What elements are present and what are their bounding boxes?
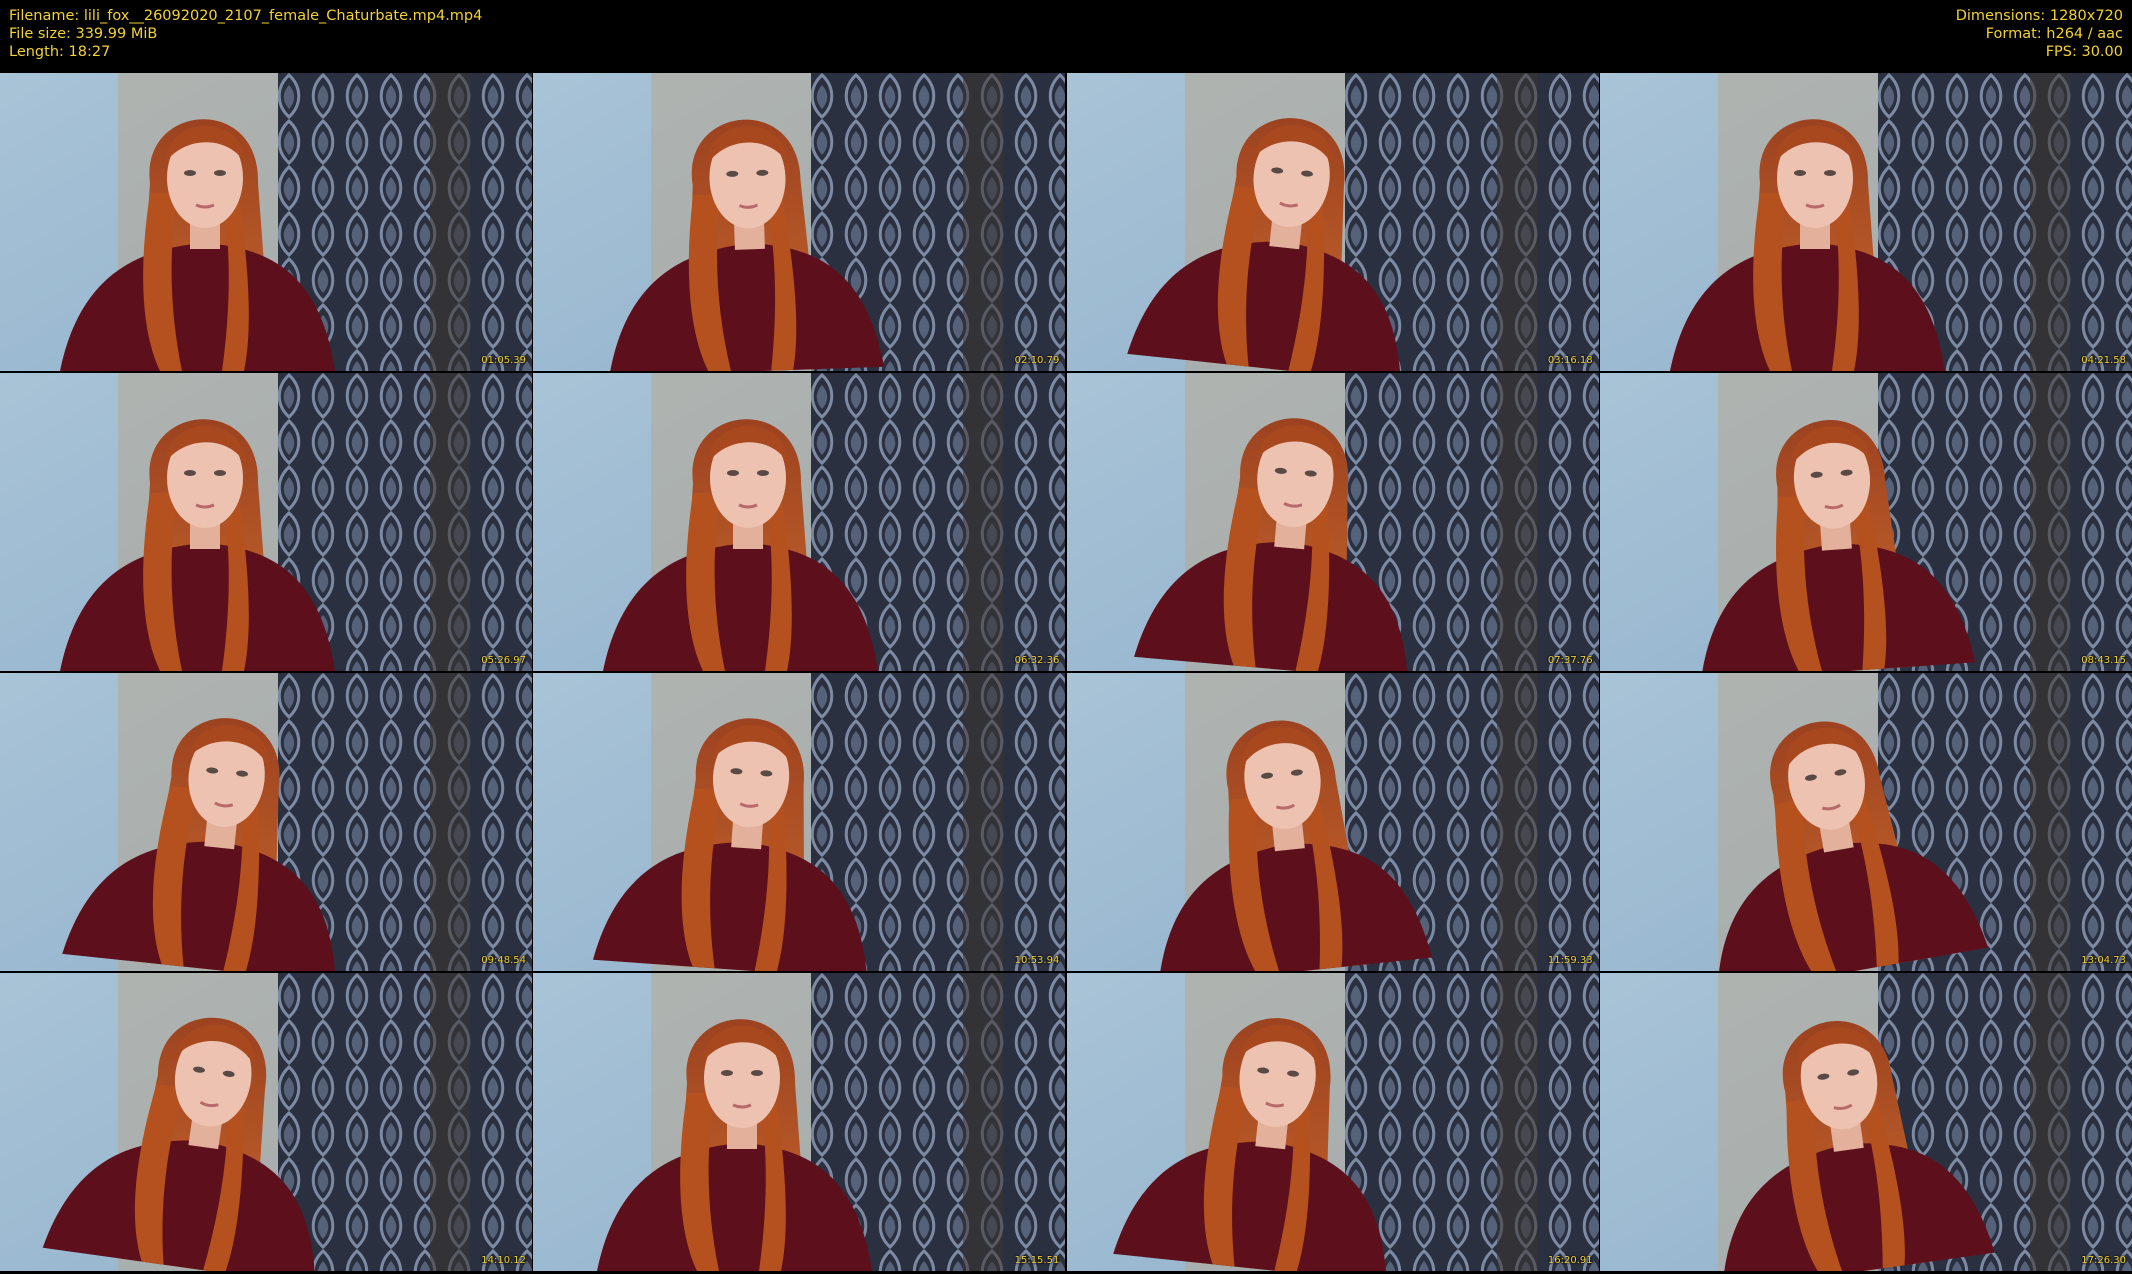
frame-image	[0, 973, 532, 1271]
frame-timestamp: 08:43.15	[2081, 655, 2126, 666]
frame-image	[0, 73, 532, 371]
thumbnail-frame[interactable]: 08:43.15	[1599, 373, 2132, 671]
thumbnail-frame[interactable]: 04:21.58	[1599, 73, 2132, 371]
thumbnail-frame[interactable]: 07:37.76	[1066, 373, 1599, 671]
fps-text: FPS: 30.00	[2045, 44, 2123, 60]
thumbnail-frame[interactable]: 17:26.30	[1599, 973, 2132, 1271]
filesize-text: File size: 339.99 MiB	[9, 26, 158, 42]
thumbnail-frame[interactable]: 10:53.94	[533, 673, 1066, 971]
frame-timestamp: 14:10.12	[481, 1255, 526, 1266]
length-text: Length: 18:27	[9, 44, 111, 60]
filename-text: Filename: lili_fox__26092020_2107_female…	[9, 8, 483, 24]
thumbnail-frame[interactable]: 14:10.12	[0, 973, 532, 1271]
frame-timestamp: 05:26.97	[481, 655, 526, 666]
thumbnail-frame[interactable]: 13:04.73	[1599, 673, 2132, 971]
frame-image	[0, 373, 532, 671]
frame-image	[1599, 373, 2132, 671]
frame-image	[533, 673, 1066, 971]
frame-timestamp: 13:04.73	[2081, 955, 2126, 966]
frame-timestamp: 17:26.30	[2081, 1255, 2126, 1266]
thumbnail-frame[interactable]: 01:05.39	[0, 73, 532, 371]
thumbnail-frame[interactable]: 03:16.18	[1066, 73, 1599, 371]
info-header: Filename: lili_fox__26092020_2107_female…	[0, 0, 2132, 72]
frame-image	[1599, 973, 2132, 1271]
frame-timestamp: 09:48.54	[481, 955, 526, 966]
frame-timestamp: 15:15.51	[1014, 1255, 1060, 1266]
frame-image	[1066, 373, 1599, 671]
frame-timestamp: 03:16.18	[1547, 355, 1593, 366]
frame-timestamp: 02:10.79	[1014, 355, 1060, 366]
frame-image	[1066, 673, 1599, 971]
frame-image	[1599, 73, 2132, 371]
frame-timestamp: 01:05.39	[481, 355, 526, 366]
file-meta-left: Filename: lili_fox__26092020_2107_female…	[9, 7, 482, 61]
frame-timestamp: 16:20.91	[1547, 1255, 1593, 1266]
thumbnail-frame[interactable]: 11:59.33	[1066, 673, 1599, 971]
frame-timestamp: 10:53.94	[1014, 955, 1060, 966]
frame-timestamp: 04:21.58	[2081, 355, 2126, 366]
frame-image	[1599, 673, 2132, 971]
frame-timestamp: 06:32.36	[1014, 655, 1060, 666]
frame-image	[533, 73, 1066, 371]
frame-timestamp: 07:37.76	[1547, 655, 1593, 666]
thumbnail-grid: 01:05.39 02:10.79 03:16.18 04:21.58 05:2…	[0, 73, 2132, 1274]
frame-image	[0, 673, 532, 971]
thumbnail-frame[interactable]: 09:48.54	[0, 673, 532, 971]
dimensions-text: Dimensions: 1280x720	[1955, 8, 2123, 24]
thumbnail-frame[interactable]: 05:26.97	[0, 373, 532, 671]
thumbnail-frame[interactable]: 06:32.36	[533, 373, 1066, 671]
frame-timestamp: 11:59.33	[1547, 955, 1593, 966]
thumbnail-frame[interactable]: 02:10.79	[533, 73, 1066, 371]
file-meta-right: Dimensions: 1280x720 Format: h264 / aac FP…	[1956, 7, 2123, 61]
format-text: Format: h264 / aac	[1985, 26, 2123, 42]
frame-image	[1066, 73, 1599, 371]
frame-image	[1066, 973, 1599, 1271]
thumbnail-frame[interactable]: 16:20.91	[1066, 973, 1599, 1271]
thumbnail-frame[interactable]: 15:15.51	[533, 973, 1066, 1271]
frame-image	[533, 373, 1066, 671]
frame-image	[533, 973, 1066, 1271]
